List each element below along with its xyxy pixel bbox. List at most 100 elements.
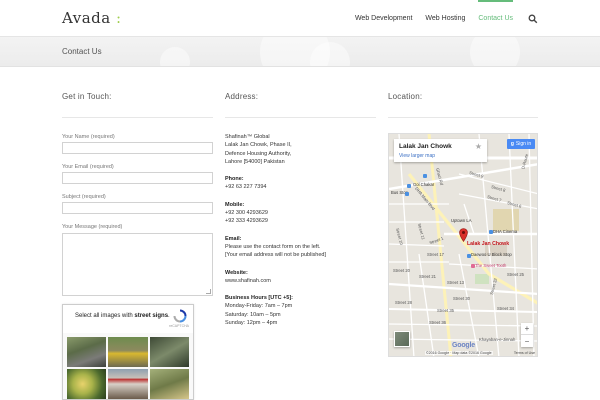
signin-label: Sign in (515, 141, 532, 147)
cinema-icon[interactable] (489, 230, 493, 234)
map-zoom-control: + − (521, 323, 533, 347)
nav-item-web-hosting[interactable]: Web Hosting (425, 0, 465, 37)
google-logo: Google (452, 342, 475, 349)
website-label: Website: (225, 269, 248, 276)
message-field[interactable] (62, 233, 213, 296)
divider (62, 117, 213, 118)
site-header: Avada : Web Development Web Hosting Cont… (0, 0, 600, 37)
site-logo[interactable]: Avada : (62, 9, 122, 27)
website-link[interactable]: www.shafinah.com (225, 277, 360, 285)
zoom-in-button[interactable]: + (521, 323, 533, 335)
map-label-street28: Street 28 (395, 300, 412, 305)
hours-line: Sunday: 12pm – 4pm (225, 320, 278, 327)
captcha-tile[interactable] (67, 337, 107, 367)
bus-stop-icon[interactable] (423, 174, 427, 178)
shop-icon[interactable] (407, 184, 411, 188)
captcha-tile[interactable] (149, 369, 189, 399)
bus-stop-icon[interactable] (467, 254, 471, 258)
heading-address: Address: (225, 92, 259, 101)
captcha-tile[interactable] (149, 337, 189, 367)
map-label-street21: Street 21 (419, 274, 436, 279)
hours-line: Monday-Friday: 7am – 7pm (225, 303, 293, 310)
divider (225, 117, 376, 118)
main-nav: Web Development Web Hosting Contact Us (355, 0, 538, 37)
recaptcha-header: Select all images with street signs. reC… (63, 305, 193, 333)
email-label: Your Email (required) (62, 164, 114, 170)
instruction-target: street signs (134, 313, 169, 319)
map-label-street13: Street 13 (447, 280, 464, 285)
subject-field[interactable] (62, 202, 213, 214)
satellite-toggle-button[interactable] (394, 331, 410, 347)
heading-location: Location: (388, 92, 423, 101)
company-name: Shafinah™ Global (225, 134, 270, 140)
heading-get-in-touch: Get in Touch: (62, 92, 112, 101)
name-field[interactable] (62, 142, 213, 154)
map-label-street35: Street 35 (437, 308, 454, 313)
hours-label: Business Hours [UTC +5]: (225, 295, 293, 302)
name-label: Your Name (required) (62, 134, 115, 140)
page-title: Contact Us (62, 47, 102, 56)
map-roads (389, 134, 537, 356)
instruction-suffix: . (168, 313, 170, 319)
map-info-card: Lalak Jan Chowk View larger map ★ (394, 139, 487, 162)
map-label-street34: Street 34 (497, 306, 514, 311)
nav-item-web-development[interactable]: Web Development (355, 0, 412, 37)
mobile-number: +92 333 4293629 (225, 218, 268, 225)
bus-stop-icon[interactable] (405, 192, 409, 196)
logo-accent: : (110, 9, 122, 27)
resize-handle[interactable] (206, 289, 211, 294)
map-label-street36: Street 36 (429, 320, 446, 325)
phone-number: +92 63 227 7394 (225, 184, 267, 191)
instruction-prefix: Select all images with (75, 313, 135, 319)
email-info: [Your email address will not be publishe… (225, 252, 326, 259)
map-label-dha-cinema: DHA Cinema (493, 229, 518, 234)
address-line: Lahore [54000] Pakistan (225, 158, 285, 165)
recaptcha-brand: reCAPTCHA (169, 324, 189, 328)
nav-item-contact-us[interactable]: Contact Us (478, 0, 513, 37)
star-icon[interactable]: ★ (475, 142, 482, 151)
map-label-street20: Street 20 (393, 268, 410, 273)
decor-bubble (160, 47, 190, 66)
cafe-icon[interactable] (471, 264, 475, 268)
mobile-number: +92 300 4293629 (225, 210, 268, 217)
search-icon[interactable] (528, 14, 538, 24)
map-label-uptown: Uptown LA (451, 218, 472, 223)
map-terms-link[interactable]: Terms of Use (514, 351, 535, 355)
logo-main: Avada (62, 9, 111, 27)
divider (388, 117, 538, 118)
google-plus-icon: g (510, 141, 514, 147)
google-map[interactable]: Ghazi Rd Bus Stop Gol Chakar Street 9 St… (388, 133, 538, 357)
zoom-out-button[interactable]: − (521, 335, 533, 347)
map-card-title: Lalak Jan Chowk (399, 143, 452, 150)
email-info: Please use the contact form on the left. (225, 243, 321, 250)
map-label-khayaban: Khayaban-e-Jinnah (479, 337, 516, 342)
map-pin-label: Lalak Jan Chowk (467, 241, 510, 247)
map-label-street17: Street 17 (427, 252, 444, 257)
map-attribution: ©2016 Google · Map data ©2016 Google (425, 351, 493, 355)
captcha-tile[interactable] (67, 369, 107, 399)
subject-label: Subject (required) (62, 194, 106, 200)
message-label: Your Message (required) (62, 224, 123, 230)
map-label-daewoo: Daewoo U Block Stop (471, 252, 512, 257)
recaptcha-logo-icon (173, 309, 187, 323)
view-larger-map-link[interactable]: View larger map (399, 153, 435, 159)
phone-label: Phone: (225, 176, 244, 183)
recaptcha-instruction: Select all images with street signs. (75, 312, 170, 320)
page-title-bar: Contact Us (0, 37, 600, 67)
email-info-label: Email: (225, 235, 242, 242)
recaptcha-image-grid (67, 337, 189, 399)
captcha-tile[interactable] (108, 369, 148, 399)
decor-bubble (470, 37, 520, 66)
map-signin-button[interactable]: g Sign in (507, 139, 535, 149)
hours-line: Saturday: 10am – 5pm (225, 311, 281, 318)
address-block: Shafinah™ Global Lalak Jan Chowk, Phase … (225, 133, 360, 327)
mobile-label: Mobile: (225, 201, 245, 208)
map-pin-icon[interactable] (459, 228, 468, 242)
address-line: Defence Housing Authority, (225, 150, 292, 157)
email-field[interactable] (62, 172, 213, 184)
address-line: Lalak Jan Chowk, Phase II, (225, 142, 292, 149)
map-label-street25: Street 25 (507, 272, 524, 277)
map-label-sweet-tooth: The Sweet Tooth (475, 263, 507, 268)
recaptcha-widget: Select all images with street signs. reC… (62, 304, 194, 400)
captcha-tile[interactable] (108, 337, 148, 367)
